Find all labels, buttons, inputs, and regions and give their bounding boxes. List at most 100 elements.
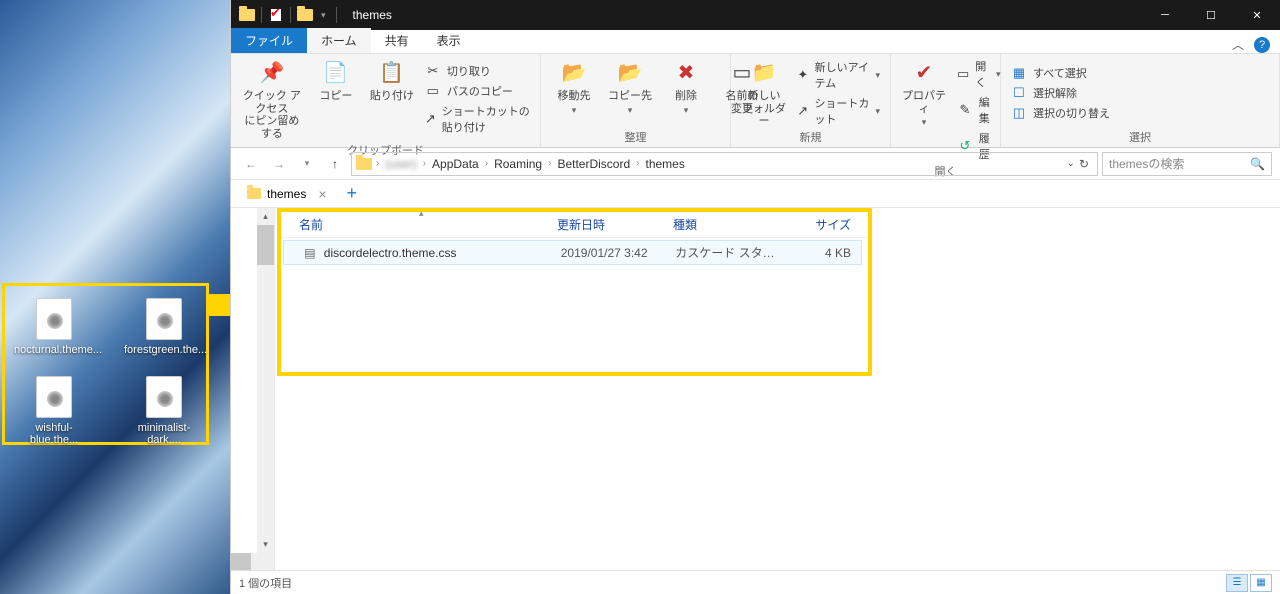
scrollbar-thumb[interactable] bbox=[231, 553, 251, 570]
desktop-file-icon[interactable]: forestgreen.the... bbox=[124, 298, 204, 356]
tab-home[interactable]: ホーム bbox=[307, 28, 371, 53]
chevron-right-icon[interactable]: › bbox=[548, 158, 551, 169]
pin-icon: 📌 bbox=[257, 58, 287, 88]
view-details-button[interactable]: ☰ bbox=[1226, 574, 1248, 592]
column-type[interactable]: 種類 bbox=[673, 216, 785, 233]
nav-recent-dropdown[interactable]: ▾ bbox=[295, 152, 319, 176]
edit-icon: ✎ bbox=[957, 102, 973, 118]
css-file-icon bbox=[36, 298, 72, 340]
paste-icon: 📋 bbox=[377, 58, 407, 88]
new-item-button[interactable]: ✦新しいアイテム bbox=[797, 59, 880, 91]
desktop-file-label: minimalist-dark.... bbox=[124, 422, 204, 446]
copy-icon: 📄 bbox=[321, 58, 351, 88]
cut-button[interactable]: ✂切り取り bbox=[425, 63, 530, 79]
select-all-button[interactable]: ▦すべて選択 bbox=[1011, 65, 1110, 81]
ribbon: 📌 クイック アクセス にピン留めする 📄 コピー 📋 貼り付け ✂切り取り ▭… bbox=[231, 54, 1280, 148]
chevron-right-icon[interactable]: › bbox=[376, 158, 379, 169]
file-type: カスケード スタイル シ... bbox=[675, 244, 786, 261]
file-size: 4 KB bbox=[786, 246, 861, 260]
breadcrumb[interactable]: AppData bbox=[428, 157, 483, 171]
nav-up-button[interactable]: ↑ bbox=[323, 152, 347, 176]
chevron-right-icon[interactable]: › bbox=[485, 158, 488, 169]
search-input[interactable]: themesの検索 🔍 bbox=[1102, 152, 1272, 176]
tab-file[interactable]: ファイル bbox=[231, 28, 307, 53]
help-icon[interactable]: ? bbox=[1254, 37, 1270, 53]
breadcrumb[interactable]: Roaming bbox=[490, 157, 546, 171]
select-none-icon: ☐ bbox=[1011, 85, 1027, 101]
tab-share[interactable]: 共有 bbox=[371, 28, 423, 53]
open-button[interactable]: ▭開く bbox=[957, 58, 1001, 90]
properties-icon: ✔ bbox=[909, 58, 939, 88]
scrollbar-thumb[interactable] bbox=[257, 225, 274, 265]
copy-path-button[interactable]: ▭パスのコピー bbox=[425, 83, 530, 99]
pin-quickaccess-button[interactable]: 📌 クイック アクセス にピン留めする bbox=[241, 58, 303, 141]
copy-to-button[interactable]: 📂コピー先 bbox=[607, 58, 653, 128]
new-item-icon: ✦ bbox=[797, 67, 809, 83]
scroll-down-icon[interactable]: ▾ bbox=[257, 536, 274, 553]
desktop-file-label: forestgreen.the... bbox=[124, 344, 204, 356]
nav-back-button[interactable]: ← bbox=[239, 152, 263, 176]
desktop-file-icon[interactable]: nocturnal.theme... bbox=[14, 298, 94, 356]
status-text: 1 個の項目 bbox=[239, 575, 292, 591]
file-row[interactable]: ▤ discordelectro.theme.css 2019/01/27 3:… bbox=[283, 240, 862, 265]
minimize-button[interactable]: ─ bbox=[1142, 0, 1188, 30]
main-area: ▴ ▾ ▴ 名前 更新日時 種類 サイズ ▤ bbox=[231, 208, 1280, 570]
css-file-icon: ▤ bbox=[302, 245, 318, 261]
chevron-right-icon[interactable]: › bbox=[423, 158, 426, 169]
edit-button[interactable]: ✎編集 bbox=[957, 94, 1001, 126]
new-folder-button[interactable]: 📁新しい フォルダー bbox=[741, 58, 787, 128]
delete-button[interactable]: ✖削除 bbox=[663, 58, 709, 128]
file-name: discordelectro.theme.css bbox=[324, 246, 561, 260]
paste-button[interactable]: 📋 貼り付け bbox=[369, 58, 415, 141]
view-icons-button[interactable]: ▦ bbox=[1250, 574, 1272, 592]
chevron-down-icon[interactable]: ▾ bbox=[317, 10, 330, 21]
add-tab-button[interactable]: + bbox=[337, 183, 368, 204]
group-label-select: 選択 bbox=[1011, 128, 1269, 145]
column-date[interactable]: 更新日時 bbox=[557, 216, 673, 233]
scroll-up-icon[interactable]: ▴ bbox=[257, 208, 274, 225]
column-size[interactable]: サイズ bbox=[785, 216, 861, 233]
properties-button[interactable]: ✔プロパティ bbox=[901, 58, 947, 162]
chevron-right-icon[interactable]: › bbox=[636, 158, 639, 169]
select-none-button[interactable]: ☐選択解除 bbox=[1011, 85, 1110, 101]
close-button[interactable]: ✕ bbox=[1234, 0, 1280, 30]
qat-properties-icon[interactable]: ✔ bbox=[268, 7, 284, 23]
titlebar[interactable]: ✔ ▾ themes ─ ☐ ✕ bbox=[231, 0, 1280, 30]
open-icon: ▭ bbox=[957, 66, 969, 82]
select-invert-button[interactable]: ◫選択の切り替え bbox=[1011, 105, 1110, 121]
desktop-file-icon[interactable]: minimalist-dark.... bbox=[124, 376, 204, 446]
tab-view[interactable]: 表示 bbox=[423, 28, 475, 53]
refresh-icon[interactable]: ↻ bbox=[1079, 157, 1089, 171]
breadcrumb-user[interactable]: (user) bbox=[381, 157, 420, 171]
folder-tab-row: themes × + bbox=[231, 180, 1280, 208]
desktop-wallpaper: nocturnal.theme... forestgreen.the... wi… bbox=[0, 0, 230, 594]
column-name[interactable]: 名前 bbox=[299, 216, 557, 233]
desktop-file-icon[interactable]: wishful-blue.the... bbox=[14, 376, 94, 446]
scrollbar-vertical[interactable]: ▴ ▾ bbox=[257, 208, 274, 570]
copyto-icon: 📂 bbox=[615, 58, 645, 88]
ribbon-collapse-icon[interactable]: ︿ bbox=[1232, 36, 1244, 53]
nav-forward-button[interactable]: → bbox=[267, 152, 291, 176]
breadcrumb[interactable]: BetterDiscord bbox=[553, 157, 634, 171]
cut-icon: ✂ bbox=[425, 63, 441, 79]
breadcrumb[interactable]: themes bbox=[642, 157, 689, 171]
file-list-pane[interactable]: ▴ 名前 更新日時 種類 サイズ ▤ discordelectro.theme.… bbox=[275, 208, 1280, 570]
copy-button[interactable]: 📄 コピー bbox=[313, 58, 359, 141]
path-icon: ▭ bbox=[425, 83, 441, 99]
address-bar[interactable]: › (user) › AppData › Roaming › BetterDis… bbox=[351, 152, 1098, 176]
close-tab-icon[interactable]: × bbox=[312, 186, 326, 202]
paste-shortcut-button[interactable]: ↗ショートカットの貼り付け bbox=[425, 103, 530, 135]
move-to-button[interactable]: 📂移動先 bbox=[551, 58, 597, 128]
file-explorer-window: ✔ ▾ themes ─ ☐ ✕ ファイル ホーム 共有 表示 ︿ ? 📌 bbox=[230, 0, 1280, 594]
folder-icon[interactable] bbox=[297, 9, 313, 21]
address-dropdown-icon[interactable]: ⌄ bbox=[1067, 158, 1075, 169]
maximize-button[interactable]: ☐ bbox=[1188, 0, 1234, 30]
navigation-pane[interactable]: ▴ ▾ bbox=[231, 208, 275, 570]
new-shortcut-button[interactable]: ↗ショートカット bbox=[797, 95, 880, 127]
scrollbar-horizontal[interactable] bbox=[231, 553, 257, 570]
delete-icon: ✖ bbox=[671, 58, 701, 88]
group-label-new: 新規 bbox=[741, 128, 880, 145]
file-date: 2019/01/27 3:42 bbox=[561, 246, 676, 260]
search-icon: 🔍 bbox=[1250, 157, 1265, 171]
folder-tab[interactable]: themes × bbox=[237, 180, 337, 208]
